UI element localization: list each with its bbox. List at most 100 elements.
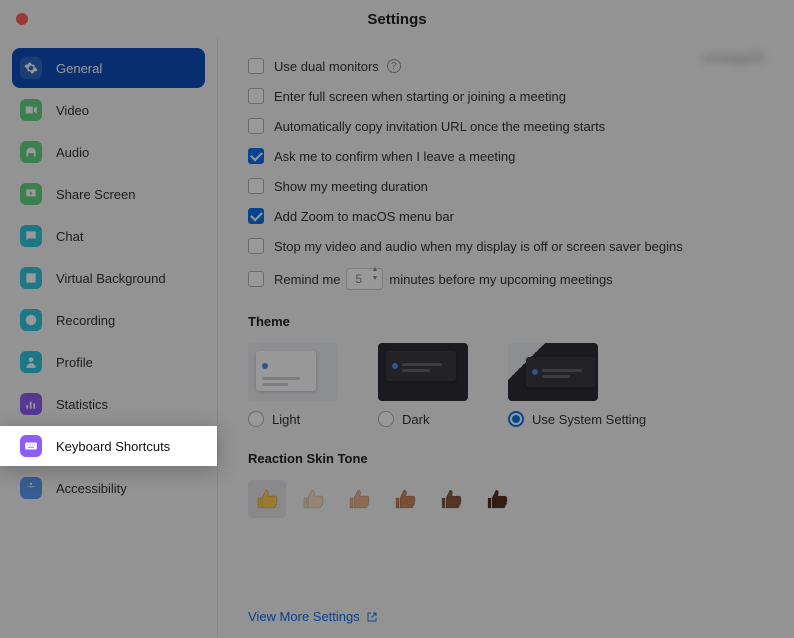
stats-icon — [20, 393, 42, 415]
option-checkbox[interactable] — [248, 148, 264, 164]
sidebar-item-share-screen[interactable]: Share Screen — [12, 174, 205, 214]
share-icon — [20, 183, 42, 205]
remind-prefix: Remind me — [274, 272, 340, 287]
theme-radio-row[interactable]: Light — [248, 411, 338, 427]
sidebar-item-label: Audio — [56, 145, 89, 160]
option-checkbox[interactable] — [248, 88, 264, 104]
sidebar-item-statistics[interactable]: Statistics — [12, 384, 205, 424]
theme-options: Light Dark Use System Setting — [248, 343, 764, 427]
view-more-label: View More Settings — [248, 609, 360, 624]
option-row[interactable]: Automatically copy invitation URL once t… — [248, 118, 764, 134]
theme-radio-row[interactable]: Use System Setting — [508, 411, 646, 427]
theme-thumbnail — [248, 343, 338, 401]
option-label: Stop my video and audio when my display … — [274, 239, 683, 254]
theme-thumbnail — [378, 343, 468, 401]
option-checkbox[interactable] — [248, 58, 264, 74]
remind-option[interactable]: Remind me 5 ▲▼ minutes before my upcomin… — [248, 268, 764, 290]
option-checkbox[interactable] — [248, 178, 264, 194]
sidebar-item-keyboard-shortcuts[interactable]: Keyboard Shortcuts — [0, 426, 217, 466]
thumbs-up-icon — [255, 487, 279, 511]
sidebar-item-label: Recording — [56, 313, 115, 328]
keyboard-icon — [20, 435, 42, 457]
skin-tone-option[interactable] — [478, 480, 516, 518]
theme-heading: Theme — [248, 314, 764, 329]
option-checkbox[interactable] — [248, 238, 264, 254]
remind-minutes-stepper[interactable]: 5 ▲▼ — [346, 268, 383, 290]
record-icon — [20, 309, 42, 331]
sidebar-item-label: Keyboard Shortcuts — [56, 439, 170, 454]
option-row[interactable]: Use dual monitors? — [248, 58, 764, 74]
thumbs-up-icon — [301, 487, 325, 511]
sidebar-item-accessibility[interactable]: Accessibility — [12, 468, 205, 508]
profile-icon — [20, 351, 42, 373]
window-title: Settings — [0, 11, 794, 28]
theme-radio[interactable] — [508, 411, 524, 427]
theme-label: Light — [272, 412, 300, 427]
gear-icon — [20, 57, 42, 79]
thumbs-up-icon — [439, 487, 463, 511]
external-link-icon — [366, 611, 378, 623]
titlebar: Settings — [0, 0, 794, 38]
sidebar-item-profile[interactable]: Profile — [12, 342, 205, 382]
accessibility-icon — [20, 477, 42, 499]
thumbs-up-icon — [347, 487, 371, 511]
option-label: Add Zoom to macOS menu bar — [274, 209, 454, 224]
headphones-icon — [20, 141, 42, 163]
theme-option-light[interactable]: Light — [248, 343, 338, 427]
option-checkbox[interactable] — [248, 208, 264, 224]
skin-tone-option[interactable] — [248, 480, 286, 518]
sidebar-item-general[interactable]: General — [12, 48, 205, 88]
option-label: Ask me to confirm when I leave a meeting — [274, 149, 515, 164]
sidebar-item-chat[interactable]: Chat — [12, 216, 205, 256]
sidebar-item-label: Share Screen — [56, 187, 136, 202]
sidebar-item-label: General — [56, 61, 102, 76]
sidebar-item-label: Video — [56, 103, 89, 118]
theme-option-system[interactable]: Use System Setting — [508, 343, 646, 427]
help-icon[interactable]: ? — [387, 59, 401, 73]
option-label: Enter full screen when starting or joini… — [274, 89, 566, 104]
sidebar-item-label: Virtual Background — [56, 271, 166, 286]
theme-label: Dark — [402, 412, 429, 427]
option-row[interactable]: Add Zoom to macOS menu bar — [248, 208, 764, 224]
remind-minutes-value: 5 — [355, 272, 371, 286]
vbg-icon — [20, 267, 42, 289]
option-checkbox[interactable] — [248, 118, 264, 134]
theme-label: Use System Setting — [532, 412, 646, 427]
sidebar-item-recording[interactable]: Recording — [12, 300, 205, 340]
account-name: umango23 — [703, 50, 764, 65]
reaction-heading: Reaction Skin Tone — [248, 451, 764, 466]
sidebar-item-virtual-background[interactable]: Virtual Background — [12, 258, 205, 298]
sidebar-item-label: Statistics — [56, 397, 108, 412]
theme-radio[interactable] — [378, 411, 394, 427]
sidebar-item-audio[interactable]: Audio — [12, 132, 205, 172]
skin-tone-option[interactable] — [294, 480, 332, 518]
option-label: Automatically copy invitation URL once t… — [274, 119, 605, 134]
sidebar-item-label: Profile — [56, 355, 93, 370]
view-more-settings-link[interactable]: View More Settings — [248, 609, 378, 624]
remind-checkbox[interactable] — [248, 271, 264, 287]
theme-radio-row[interactable]: Dark — [378, 411, 468, 427]
skin-tone-option[interactable] — [432, 480, 470, 518]
skin-tone-row — [248, 480, 764, 518]
chat-icon — [20, 225, 42, 247]
option-label: Use dual monitors — [274, 59, 379, 74]
video-icon — [20, 99, 42, 121]
option-row[interactable]: Show my meeting duration — [248, 178, 764, 194]
skin-tone-option[interactable] — [386, 480, 424, 518]
theme-thumbnail — [508, 343, 598, 401]
remind-suffix: minutes before my upcoming meetings — [389, 272, 612, 287]
theme-radio[interactable] — [248, 411, 264, 427]
thumbs-up-icon — [485, 487, 509, 511]
sidebar-item-video[interactable]: Video — [12, 90, 205, 130]
theme-option-dark[interactable]: Dark — [378, 343, 468, 427]
option-row[interactable]: Ask me to confirm when I leave a meeting — [248, 148, 764, 164]
stepper-arrows[interactable]: ▲▼ — [371, 270, 378, 288]
option-row[interactable]: Stop my video and audio when my display … — [248, 238, 764, 254]
window-body: General Video Audio Share Screen Chat Virtual… — [0, 38, 794, 638]
option-row[interactable]: Enter full screen when starting or joini… — [248, 88, 764, 104]
content-pane: umango23 Use dual monitors? Enter full sc… — [218, 38, 794, 638]
sidebar-item-label: Chat — [56, 229, 83, 244]
sidebar: General Video Audio Share Screen Chat Virtual… — [0, 38, 218, 638]
skin-tone-option[interactable] — [340, 480, 378, 518]
thumbs-up-icon — [393, 487, 417, 511]
